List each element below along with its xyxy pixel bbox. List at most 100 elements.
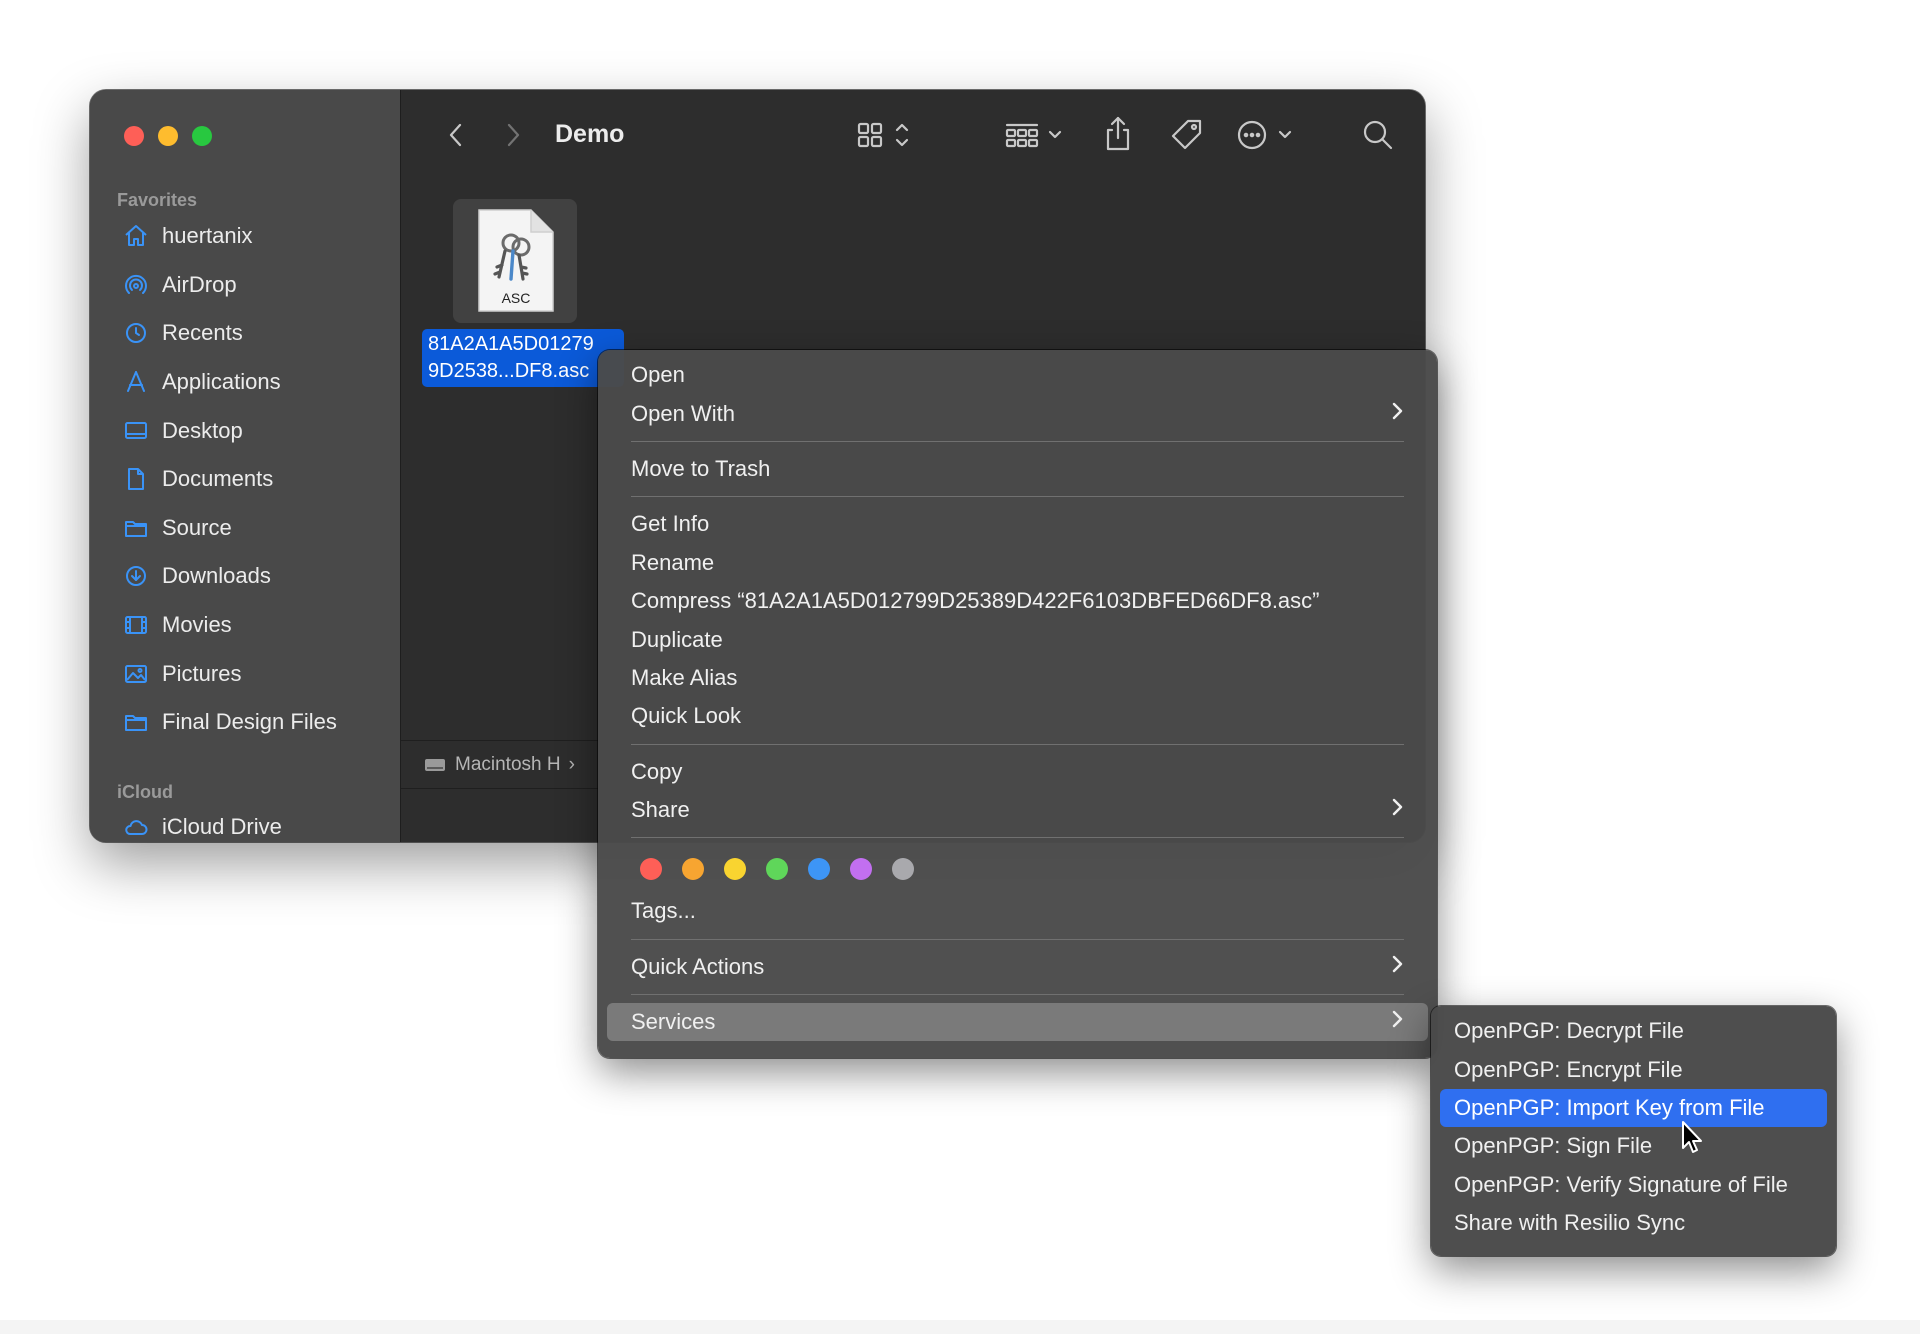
sidebar: Favorites huertanix AirDrop Recents Appl… (90, 90, 401, 842)
menu-item-label: Tags... (631, 898, 696, 924)
tag-color-dot[interactable] (640, 858, 662, 881)
service-item-import-key-from-file[interactable]: OpenPGP: Import Key from File (1440, 1088, 1827, 1128)
file-name-label[interactable]: 81A2A1A5D01279 9D2538...DF8.asc (422, 329, 624, 387)
sidebar-item-label: Pictures (162, 660, 242, 686)
file-name-line-2: 9D2538...DF8.asc (428, 360, 590, 382)
menu-item-label: Compress “81A2A1A5D012799D25389D422F6103… (631, 588, 1320, 614)
more-icon (1237, 120, 1292, 150)
file-item[interactable]: ASC (453, 199, 577, 323)
service-item-decrypt-file[interactable]: OpenPGP: Decrypt File (1440, 1012, 1827, 1050)
share-button[interactable] (1101, 114, 1135, 154)
sidebar-item-huertanix[interactable]: huertanix (90, 212, 400, 261)
group-button[interactable] (1003, 118, 1073, 152)
action-button[interactable] (1233, 116, 1303, 154)
sidebar-section-icloud: iCloud (117, 782, 173, 802)
sidebar-item-label: Applications (162, 369, 281, 395)
folder-icon (122, 514, 150, 542)
clock-icon (122, 319, 150, 347)
sidebar-item-movies[interactable]: Movies (90, 601, 400, 650)
file-type-badge: ASC (502, 290, 531, 306)
folder-icon (122, 708, 150, 736)
menu-item-open[interactable]: Open (607, 356, 1428, 394)
menu-item-share[interactable]: Share (607, 791, 1428, 829)
search-button[interactable] (1359, 116, 1397, 154)
group-icon (1005, 123, 1062, 148)
menu-item-services[interactable]: Services (607, 1003, 1428, 1042)
keychain-file-icon: ASC (478, 209, 554, 312)
sidebar-item-desktop[interactable]: Desktop (90, 406, 400, 455)
tag-color-dot[interactable] (724, 858, 746, 881)
grid-view-icon (857, 122, 909, 148)
service-item-encrypt-file[interactable]: OpenPGP: Encrypt File (1440, 1050, 1827, 1088)
sidebar-item-recents[interactable]: Recents (90, 309, 400, 358)
menu-item-make-alias[interactable]: Make Alias (607, 659, 1428, 697)
menu-item-label: Open With (631, 400, 735, 426)
menu-item-quick-look[interactable]: Quick Look (607, 697, 1428, 735)
tag-color-dot[interactable] (808, 858, 830, 881)
menu-item-duplicate[interactable]: Duplicate (607, 620, 1428, 658)
mouse-cursor-icon (1682, 1121, 1702, 1153)
zoom-button[interactable] (192, 126, 212, 146)
view-mode-button[interactable] (853, 118, 923, 152)
sidebar-item-pictures[interactable]: Pictures (90, 649, 400, 698)
menu-item-label: Open (631, 362, 685, 388)
menu-item-label: Make Alias (631, 664, 738, 690)
menu-separator (631, 440, 1404, 442)
menu-item-quick-actions[interactable]: Quick Actions (607, 948, 1428, 986)
sidebar-item-airdrop[interactable]: AirDrop (90, 261, 400, 310)
menu-item-tags[interactable]: Tags... (607, 892, 1428, 930)
icloud-list: iCloud Drive (90, 803, 400, 842)
menu-item-compress[interactable]: Compress “81A2A1A5D012799D25389D422F6103… (607, 582, 1428, 620)
tag-button[interactable] (1168, 116, 1206, 154)
service-item-verify-signature[interactable]: OpenPGP: Verify Signature of File (1440, 1166, 1827, 1204)
sidebar-item-label: Recents (162, 320, 243, 346)
film-icon (122, 611, 150, 639)
menu-item-rename[interactable]: Rename (607, 544, 1428, 582)
sidebar-item-applications[interactable]: Applications (90, 358, 400, 407)
sidebar-item-downloads[interactable]: Downloads (90, 552, 400, 601)
minimize-button[interactable] (158, 126, 178, 146)
sidebar-item-final-design-files[interactable]: Final Design Files (90, 698, 400, 747)
path-disk[interactable]: Macintosh H (455, 754, 561, 776)
services-submenu: OpenPGP: Decrypt File OpenPGP: Encrypt F… (1431, 1006, 1836, 1256)
desktop-bottom-strip (0, 1320, 1920, 1334)
menu-item-get-info[interactable]: Get Info (607, 505, 1428, 543)
forward-button[interactable] (498, 120, 528, 150)
menu-item-label: Duplicate (631, 626, 723, 652)
chevron-right-icon (507, 123, 520, 147)
sidebar-item-icloud-drive[interactable]: iCloud Drive (90, 803, 400, 842)
menu-item-open-with[interactable]: Open With (607, 394, 1428, 432)
sidebar-item-documents[interactable]: Documents (90, 455, 400, 504)
context-menu: Open Open With Move to Trash Get Info Re… (598, 350, 1437, 1058)
share-icon (1106, 116, 1130, 151)
desktop-icon (122, 417, 150, 445)
menu-item-label: Share (631, 797, 690, 823)
file-name-line-1: 81A2A1A5D01279 (428, 333, 594, 355)
chevron-left-icon (449, 123, 462, 147)
back-button[interactable] (441, 120, 471, 150)
menu-item-label: Get Info (631, 511, 710, 537)
menu-separator (631, 938, 1404, 940)
menu-item-label: Rename (631, 549, 715, 575)
tag-icon (1171, 119, 1202, 150)
home-icon (122, 222, 150, 250)
close-button[interactable] (124, 126, 144, 146)
tag-color-dot[interactable] (850, 858, 872, 881)
document-icon (122, 465, 150, 493)
window-title: Demo (555, 120, 625, 148)
toolbar: Demo (401, 90, 1425, 180)
menu-item-label: Copy (631, 758, 683, 784)
tag-color-dot[interactable] (766, 858, 788, 881)
sidebar-item-source[interactable]: Source (90, 504, 400, 553)
menu-item-copy[interactable]: Copy (607, 753, 1428, 791)
photo-icon (122, 660, 150, 688)
tag-color-dot[interactable] (892, 858, 914, 881)
sidebar-item-label: Movies (162, 612, 232, 638)
menu-item-label: Quick Look (631, 703, 742, 729)
menu-item-move-to-trash[interactable]: Move to Trash (607, 450, 1428, 488)
sidebar-item-label: Documents (162, 466, 274, 492)
tag-color-dot[interactable] (682, 858, 704, 881)
service-item-share-with-resilio-sync[interactable]: Share with Resilio Sync (1440, 1204, 1827, 1242)
hard-drive-icon (425, 759, 445, 771)
service-item-sign-file[interactable]: OpenPGP: Sign File (1440, 1127, 1827, 1165)
